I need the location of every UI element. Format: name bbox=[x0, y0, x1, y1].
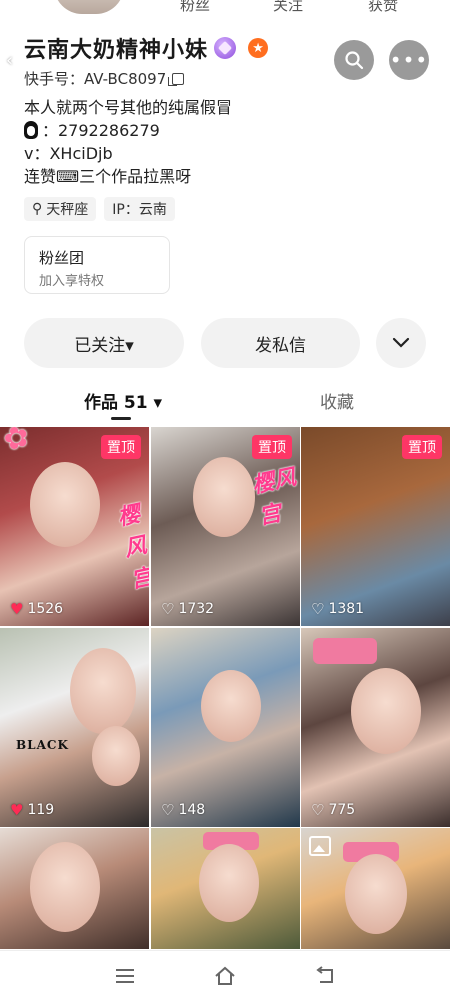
stat-fans-label[interactable]: 粉丝 bbox=[180, 0, 210, 15]
avatar[interactable] bbox=[54, 0, 124, 14]
work-item[interactable] bbox=[301, 828, 450, 949]
like-count-value: 775 bbox=[328, 802, 356, 818]
thumbnail-face bbox=[30, 462, 100, 547]
watermark-text: 樱风宫 bbox=[250, 465, 299, 531]
expand-button[interactable] bbox=[376, 318, 426, 368]
profile-name: 云南大奶精神小妹 bbox=[24, 38, 209, 63]
handle-row: 快手号：AV-BC8097 bbox=[24, 68, 185, 89]
bio-qq-number: ：2792286279 bbox=[42, 121, 160, 140]
home-icon[interactable] bbox=[212, 963, 238, 989]
pinned-badge: 置顶 bbox=[402, 435, 442, 459]
pinned-badge: 置顶 bbox=[101, 435, 141, 459]
heart-outline-icon: ♡ bbox=[311, 801, 325, 819]
copy-icon[interactable] bbox=[168, 72, 185, 86]
bio: 本人就两个号其他的纯属假冒 ：2792286279 v：XHciDjb 连赞⌨三… bbox=[24, 96, 232, 188]
work-item[interactable]: ✿ 置顶 樱风宫 ♥ 1526 bbox=[0, 427, 149, 626]
works-grid: ✿ 置顶 樱风宫 ♥ 1526 置顶 樱风宫 ♡ 1732 置顶 ♡ 1381 BLA… bbox=[0, 427, 450, 949]
search-icon bbox=[345, 51, 364, 70]
back-icon[interactable] bbox=[312, 963, 338, 989]
thumbnail-face bbox=[193, 457, 255, 537]
more-dots-icon: ••• bbox=[389, 48, 429, 72]
tab-works[interactable]: 作品 51 ▾ bbox=[84, 388, 162, 413]
like-count-value: 1526 bbox=[27, 601, 64, 617]
like-count: ♡ 1732 bbox=[161, 600, 214, 618]
heart-filled-icon: ♥ bbox=[10, 600, 24, 618]
header-top-strip: 粉丝 关注 获赞 bbox=[0, 0, 450, 14]
like-count-value: 1381 bbox=[328, 601, 365, 617]
penguin-icon bbox=[24, 121, 38, 139]
thumbnail-face bbox=[351, 668, 421, 754]
tag-zodiac[interactable]: ⚲ 天秤座 bbox=[24, 197, 97, 221]
star-badge-icon[interactable]: ★ bbox=[248, 38, 269, 58]
heart-outline-icon: ♡ bbox=[161, 801, 175, 819]
bio-line-1: 本人就两个号其他的纯属假冒 bbox=[24, 98, 233, 117]
followed-button[interactable]: 已关注▾ bbox=[24, 318, 184, 368]
work-item[interactable] bbox=[151, 828, 300, 949]
heart-outline-icon: ♡ bbox=[311, 600, 325, 618]
tag-ip-location[interactable]: IP：云南 bbox=[104, 197, 175, 221]
hair-curler-decoration bbox=[313, 638, 377, 664]
fan-club-title: 粉丝团 bbox=[39, 249, 85, 267]
watermark-text: 樱风宫 bbox=[115, 501, 149, 594]
thumbnail-face-secondary bbox=[92, 726, 140, 786]
stat-following-label[interactable]: 关注 bbox=[273, 0, 303, 15]
user-handle: 快手号：AV-BC8097 bbox=[24, 70, 167, 88]
thumbnail-face bbox=[70, 648, 136, 734]
like-count: ♥ 119 bbox=[10, 801, 54, 819]
like-count: ♡ 775 bbox=[311, 801, 355, 819]
system-nav-bar bbox=[0, 950, 450, 1001]
tag-zodiac-label: 天秤座 bbox=[46, 202, 89, 218]
like-count: ♡ 148 bbox=[161, 801, 205, 819]
gem-badge-icon[interactable] bbox=[214, 37, 237, 59]
work-item[interactable]: ♡ 148 bbox=[151, 628, 300, 827]
like-count: ♥ 1526 bbox=[10, 600, 63, 618]
content-tabs: 作品 51 ▾ 收藏 bbox=[0, 388, 450, 420]
back-arrow-icon[interactable]: ‹ bbox=[6, 50, 13, 71]
thumbnail-face bbox=[199, 844, 259, 922]
like-count-value: 1732 bbox=[178, 601, 215, 617]
bio-line-4: 连赞⌨三个作品拉黑呀 bbox=[24, 167, 192, 186]
image-post-icon bbox=[309, 836, 331, 856]
menu-icon[interactable] bbox=[112, 963, 138, 989]
fan-club-subtitle: 加入享特权 bbox=[39, 274, 105, 289]
thumbnail-face bbox=[201, 670, 261, 742]
thumbnail-face bbox=[345, 854, 407, 934]
bio-line-qq: ：2792286279 bbox=[24, 119, 232, 142]
heart-outline-icon: ♡ bbox=[161, 600, 175, 618]
zodiac-icon: ⚲ bbox=[32, 201, 43, 217]
chevron-down-icon bbox=[392, 337, 410, 348]
profile-name-row: 云南大奶精神小妹 ★ bbox=[24, 32, 269, 64]
work-item[interactable]: BLACK ♥ 119 bbox=[0, 628, 149, 827]
work-item[interactable]: ♡ 775 bbox=[301, 628, 450, 827]
work-item[interactable]: 置顶 樱风宫 ♡ 1732 bbox=[151, 427, 300, 626]
bio-line-wechat: v：XHciDjb bbox=[24, 144, 113, 163]
tab-collect[interactable]: 收藏 bbox=[320, 388, 354, 413]
active-tab-indicator bbox=[111, 417, 131, 420]
heart-filled-icon: ♥ bbox=[10, 801, 24, 819]
message-button[interactable]: 发私信 bbox=[201, 318, 360, 368]
like-count-value: 119 bbox=[27, 802, 55, 818]
pinned-badge: 置顶 bbox=[252, 435, 292, 459]
work-item[interactable]: 置顶 ♡ 1381 bbox=[301, 427, 450, 626]
profile-tags: ⚲ 天秤座 IP：云南 bbox=[24, 197, 175, 221]
like-count-value: 148 bbox=[178, 802, 206, 818]
bow-decoration-icon: ✿ bbox=[0, 427, 34, 460]
overlay-text: BLACK bbox=[16, 738, 69, 752]
more-button[interactable]: ••• bbox=[389, 40, 429, 80]
stat-likes-label[interactable]: 获赞 bbox=[368, 0, 398, 15]
thumbnail-face bbox=[30, 842, 100, 932]
work-item[interactable] bbox=[0, 828, 149, 949]
search-button[interactable] bbox=[334, 40, 374, 80]
like-count: ♡ 1381 bbox=[311, 600, 364, 618]
fan-club-card[interactable]: 粉丝团 加入享特权 bbox=[24, 236, 170, 294]
